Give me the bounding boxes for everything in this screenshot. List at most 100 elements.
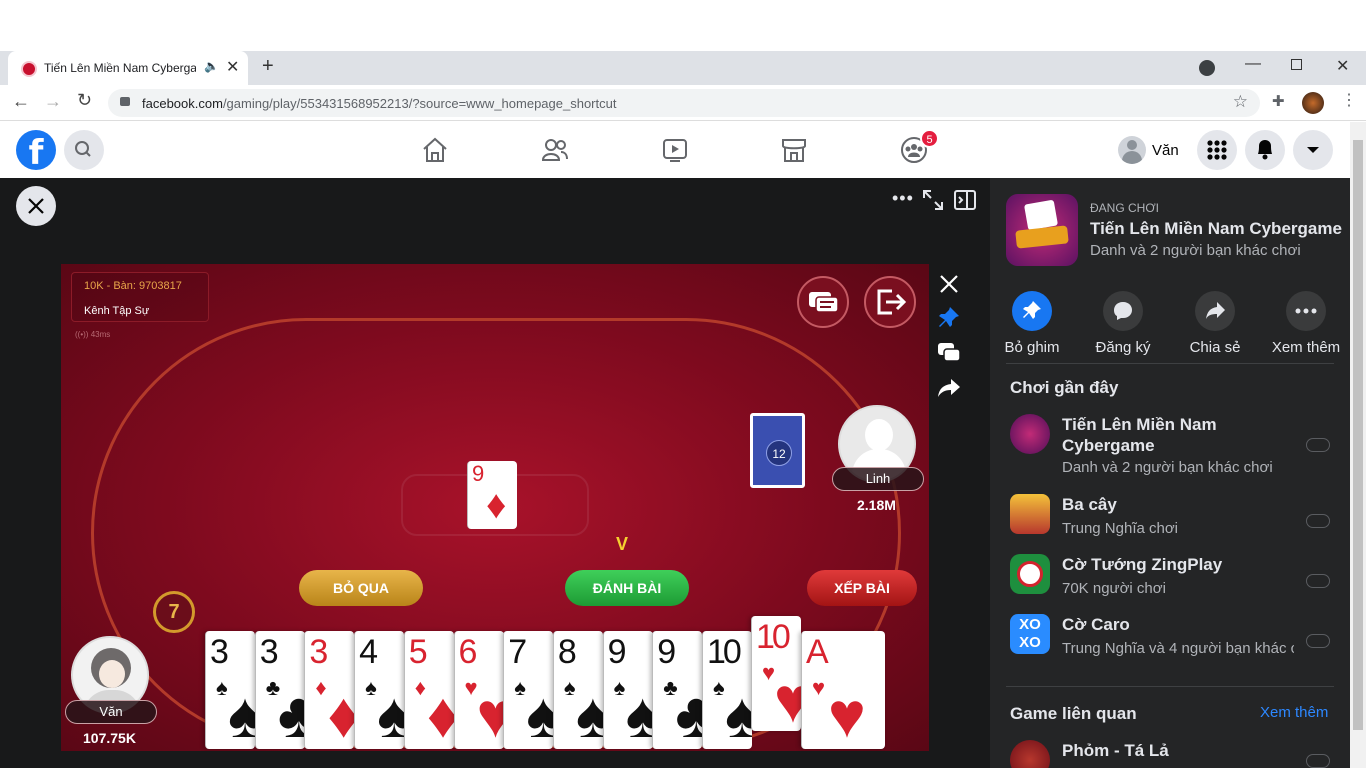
card-suit-large: ♦	[427, 683, 454, 747]
chat-icon	[809, 292, 839, 313]
game-name: Tiến Lên Miền Nam Cybergame	[1062, 415, 1217, 455]
game-name: Ba cây	[1062, 495, 1117, 514]
recent-game-item[interactable]: Cờ Tướng ZingPlay 70K người chơi	[1010, 554, 1340, 614]
play-cards-button[interactable]: ĐÁNH BÀI	[565, 570, 689, 606]
restore-icon[interactable]	[1291, 59, 1302, 70]
game-info-panel: ĐANG CHƠI Tiến Lên Miền Nam Cybergame Da…	[990, 178, 1350, 768]
toggle-sidebar-icon[interactable]	[953, 188, 977, 212]
hand-card[interactable]: 4 ♠♠	[354, 631, 405, 749]
subscribe-action[interactable]: Đăng ký	[1083, 291, 1163, 356]
card-rank: 4	[359, 633, 378, 671]
hand-card[interactable]: 3 ♠♠	[205, 631, 255, 749]
related-game-item[interactable]: Phỏm - Tá Lả	[1010, 740, 1340, 768]
current-game-thumb[interactable]	[1006, 194, 1078, 266]
game-desc: Trung Nghĩa và 4 người bạn khác c	[1062, 640, 1294, 657]
card-rank: A	[806, 633, 829, 671]
sort-cards-button[interactable]: XẾP BÀI	[807, 570, 917, 606]
hand-card[interactable]: 9♣♣	[652, 631, 703, 749]
tab-title: Tiến Lên Miền Nam Cybergame	[44, 61, 196, 75]
controller-icon	[1306, 514, 1330, 528]
card-suit: ♠	[514, 675, 526, 700]
close-game-button[interactable]	[16, 186, 56, 226]
game-canvas[interactable]: 10K - Bàn: 9703817 Kênh Tập Sự ((•)) 43m…	[61, 264, 929, 751]
fullscreen-icon[interactable]	[922, 189, 944, 211]
recent-game-item[interactable]: Ba cây Trung Nghĩa chơi	[1010, 494, 1340, 554]
home-icon[interactable]	[421, 136, 449, 164]
hand-card[interactable]: A ♥ ♥	[801, 631, 885, 749]
menu-grid-icon	[1207, 140, 1227, 160]
game-thumb	[1010, 414, 1050, 454]
card-suit-large: ♣	[675, 683, 702, 747]
new-tab-icon[interactable]: +	[262, 55, 274, 78]
marketplace-icon[interactable]	[780, 136, 808, 164]
card-suit-large: ♠	[626, 683, 653, 747]
friends-icon[interactable]	[541, 136, 569, 164]
address-bar[interactable]: facebook.com/gaming/play/553431568952213…	[108, 89, 1260, 117]
controller-icon	[1306, 754, 1330, 768]
share-icon[interactable]	[937, 377, 961, 399]
watch-icon[interactable]	[661, 136, 689, 164]
game-side-tools	[929, 264, 969, 414]
scrollbar-thumb[interactable]	[1353, 140, 1363, 730]
notifications-button[interactable]	[1245, 130, 1285, 170]
recent-game-item[interactable]: XO XO Cờ Caro Trung Nghĩa và 4 người bạn …	[1010, 614, 1340, 674]
hand-card[interactable]: 5 ♦♦	[403, 631, 454, 749]
minimize-icon[interactable]: —	[1245, 55, 1261, 73]
more-options-icon[interactable]: •••	[892, 188, 914, 209]
exit-room-button[interactable]	[864, 276, 916, 328]
extensions-icon[interactable]: ✚	[1272, 92, 1285, 110]
share-action[interactable]: Chia sẻ	[1175, 291, 1255, 356]
hand-card[interactable]: 8 ♠♠	[552, 631, 603, 749]
hand-card[interactable]: 10 ♠♠	[702, 631, 752, 749]
hand-card[interactable]: 3 ♦♦	[304, 631, 355, 749]
browser-tab[interactable]: Tiến Lên Miền Nam Cybergame 🔈 ✕	[8, 51, 248, 85]
close-game-panel-icon[interactable]	[938, 273, 960, 295]
card-rank: 8	[557, 633, 577, 671]
card-rank: 9	[607, 633, 627, 671]
pin-icon[interactable]	[937, 306, 961, 330]
hand-card[interactable]: 3♣♣	[254, 631, 305, 749]
tab-audio-icon[interactable]: 🔈	[204, 59, 219, 73]
game-name: Cờ Caro	[1062, 615, 1130, 634]
recent-game-item[interactable]: Tiến Lên Miền Nam Cybergame Danh và 2 ng…	[1010, 414, 1340, 478]
search-button[interactable]	[64, 130, 104, 170]
playing-label: ĐANG CHƠI	[1090, 201, 1159, 215]
hand-card[interactable]: 7 ♠♠	[503, 631, 554, 749]
divider	[1006, 363, 1334, 364]
turn-timer: 7	[153, 591, 195, 633]
account-button[interactable]	[1293, 130, 1333, 170]
hand-card[interactable]: 6♥♥	[453, 631, 504, 749]
opponent-name: Linh	[832, 467, 924, 491]
tab-close-icon[interactable]: ✕	[226, 57, 239, 77]
related-see-more-link[interactable]: Xem thêm	[1260, 704, 1328, 721]
card-suit: ♥	[812, 675, 826, 700]
hand-card[interactable]: 9 ♠♠	[602, 631, 653, 749]
exit-icon	[877, 289, 907, 315]
profile-avatar[interactable]	[1302, 92, 1324, 114]
skip-button[interactable]: BỎ QUA	[299, 570, 423, 606]
card-suit-large: ♠	[526, 683, 553, 747]
tab-favicon-icon	[21, 61, 37, 77]
subscribe-label: Đăng ký	[1095, 339, 1151, 356]
unpin-action[interactable]: Bỏ ghim	[992, 291, 1072, 356]
messenger-icon[interactable]	[936, 341, 962, 365]
card-suit-large: ♠	[725, 683, 752, 747]
tab-search-icon[interactable]	[1199, 60, 1215, 76]
chat-button[interactable]	[797, 276, 849, 328]
forward-icon[interactable]: →	[44, 91, 62, 112]
window-close-icon[interactable]: ✕	[1336, 56, 1349, 76]
reload-icon[interactable]: ↻	[77, 90, 92, 111]
hand-card[interactable]: 10♥♥	[751, 616, 801, 731]
my-name: Văn	[65, 700, 157, 724]
browser-menu-icon[interactable]: ⋮	[1341, 90, 1357, 110]
page-scrollbar[interactable]	[1350, 122, 1366, 768]
menu-button[interactable]	[1197, 130, 1237, 170]
more-action[interactable]: Xem thêm	[1266, 291, 1346, 356]
bookmark-star-icon[interactable]: ☆	[1233, 92, 1248, 112]
close-icon	[28, 198, 44, 214]
game-name: Phỏm - Tá Lả	[1062, 741, 1169, 760]
card-suit: ♠	[563, 675, 576, 700]
game-desc: Trung Nghĩa chơi	[1062, 520, 1179, 537]
facebook-logo-icon[interactable]: f	[16, 130, 56, 173]
back-icon[interactable]: ←	[12, 91, 30, 112]
